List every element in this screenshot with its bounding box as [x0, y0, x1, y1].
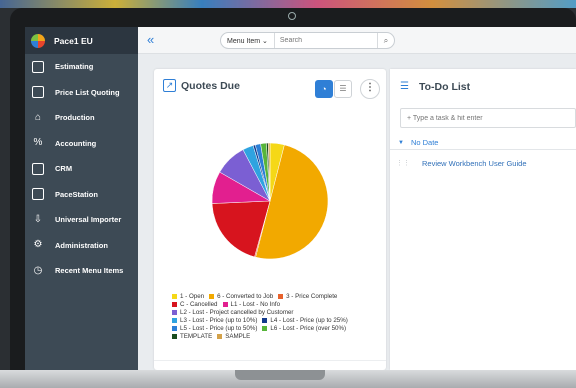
quotes-pie-chart [211, 142, 329, 260]
sidebar: Pace1 EU Estimating Price List Quoting ⌂… [25, 27, 138, 370]
legend-swatch [262, 325, 268, 331]
sidebar-item-label: Accounting [55, 138, 97, 148]
pace-logo-icon [31, 33, 45, 48]
station-icon [32, 188, 44, 201]
sidebar-item-label: Estimating [55, 62, 94, 72]
table-view-button[interactable]: ☰ [334, 80, 352, 98]
legend-swatch [217, 333, 223, 339]
legend-label: C - Cancelled [180, 300, 218, 308]
chart-legend: 1 - Open 6 - Converted to Job 3 - Price Co… [172, 292, 382, 340]
search-input[interactable] [274, 37, 370, 44]
sidebar-item-label: Price List Quoting [55, 87, 120, 97]
topbar: « Menu Item ⌄ ⌕ [138, 27, 576, 54]
task-row[interactable]: ⋮⋮ Review Workbench User Guide [390, 155, 576, 171]
calculator-icon [32, 60, 44, 73]
legend-swatch [278, 293, 284, 299]
sidebar-item-pacestation[interactable]: PaceStation [25, 182, 138, 208]
camera-icon [288, 12, 296, 20]
legend-label: L3 - Lost - Price (up to 10%) [180, 316, 258, 324]
sidebar-item-price-list-quoting[interactable]: Price List Quoting [25, 80, 138, 106]
card-title: To-Do List [419, 81, 471, 93]
legend-label: 6 - Converted to Job [217, 292, 274, 300]
sidebar-item-recent-menu-items[interactable]: ◷ Recent Menu Items [25, 258, 138, 284]
laptop-notch [235, 370, 325, 380]
legend-item[interactable]: 1 - Open [172, 292, 204, 300]
legend-item[interactable]: 6 - Converted to Job [209, 292, 273, 300]
legend-label: L6 - Lost - Price (over 50%) [270, 324, 347, 332]
legend-item[interactable]: L6 - Lost - Price (over 50%) [262, 324, 346, 332]
percent-icon: % [33, 137, 43, 149]
legend-label: TEMPLATE [180, 332, 213, 340]
factory-icon: ⌂ [34, 111, 42, 123]
legend-swatch [172, 309, 177, 315]
group-label: No Date [410, 138, 439, 147]
list-icon [32, 86, 44, 99]
contacts-icon [32, 162, 44, 175]
legend-label: 1 - Open [180, 292, 205, 300]
sidebar-item-label: Production [55, 113, 95, 123]
quotes-due-card: ↗ Quotes Due ◔ ☰ ⋮ 1 - Open 6 - Converted… [154, 69, 386, 370]
external-link-icon[interactable]: ↗ [163, 79, 176, 92]
more-options-button[interactable]: ⋮ [360, 79, 380, 99]
legend-item[interactable]: 3 - Price Complete [278, 292, 337, 300]
sidebar-item-label: Recent Menu Items [55, 266, 124, 276]
sidebar-item-accounting[interactable]: % Accounting [25, 131, 138, 157]
search-icon[interactable]: ⌕ [377, 33, 394, 48]
legend-label: L1 - Lost - No Info [230, 300, 281, 308]
menu-item-select[interactable]: Menu Item ⌄ [221, 33, 275, 48]
legend-swatch [172, 333, 177, 339]
legend-label: SAMPLE [225, 332, 251, 340]
legend-swatch [262, 317, 268, 323]
legend-swatch [172, 293, 177, 299]
caret-down-icon: ▼ [398, 139, 404, 146]
sidebar-item-administration[interactable]: ⚙ Administration [25, 233, 138, 259]
search-bar: Menu Item ⌄ ⌕ [220, 32, 395, 49]
sidebar-item-label: Administration [55, 240, 108, 250]
brand[interactable]: Pace1 EU [25, 27, 138, 54]
screen: Pace1 EU Estimating Price List Quoting ⌂… [25, 27, 576, 370]
drag-handle-icon[interactable]: ⋮⋮ [396, 159, 410, 167]
legend-swatch [172, 317, 177, 323]
sidebar-item-crm[interactable]: CRM [25, 156, 138, 182]
group-header[interactable]: ▼ No Date [390, 136, 576, 150]
legend-item[interactable]: C - Cancelled [172, 300, 218, 308]
legend-item[interactable]: L3 - Lost - Price (up to 10%) [172, 316, 257, 324]
card-footer [154, 360, 386, 370]
legend-swatch [172, 325, 177, 331]
legend-item[interactable]: L1 - Lost - No Info [222, 300, 281, 308]
sidebar-item-production[interactable]: ⌂ Production [25, 105, 138, 131]
sidebar-item-label: PaceStation [55, 189, 98, 199]
legend-item[interactable]: L5 - Lost - Price (up to 50%) [172, 324, 257, 332]
legend-swatch [222, 301, 228, 307]
legend-swatch [209, 293, 215, 299]
brand-label: Pace1 EU [54, 35, 93, 46]
legend-item[interactable]: TEMPLATE [172, 332, 212, 340]
admin-icon: ⚙ [33, 239, 43, 251]
import-icon: ⇩ [33, 213, 43, 225]
task-input[interactable] [400, 108, 576, 128]
collapse-sidebar-icon[interactable]: « [147, 32, 154, 47]
legend-swatch [172, 301, 177, 307]
background-strip [0, 0, 576, 8]
legend-item[interactable]: SAMPLE [217, 332, 250, 340]
clock-icon: ◷ [33, 264, 43, 276]
legend-label: L4 - Lost - Price (up to 25%) [270, 316, 348, 324]
sidebar-item-label: CRM [55, 164, 73, 174]
sidebar-item-estimating[interactable]: Estimating [25, 54, 138, 80]
sidebar-item-universal-importer[interactable]: ⇩ Universal Importer [25, 207, 138, 233]
legend-item[interactable]: L2 - Lost - Project cancelled by Custome… [172, 308, 294, 316]
task-label[interactable]: Review Workbench User Guide [422, 159, 527, 168]
legend-label: L5 - Lost - Price (up to 50%) [180, 324, 258, 332]
legend-item[interactable]: L4 - Lost - Price (up to 25%) [262, 316, 348, 324]
sidebar-item-label: Universal Importer [55, 215, 122, 225]
chart-view-button[interactable]: ◔ [315, 80, 333, 98]
card-title: Quotes Due [181, 80, 240, 92]
legend-label: L2 - Lost - Project cancelled by Custome… [180, 308, 294, 316]
list-icon: ☰ [400, 81, 409, 92]
todo-card: ☰ To-Do List ▼ No Date ⋮⋮ Review Workben… [390, 69, 576, 370]
legend-label: 3 - Price Complete [286, 292, 338, 300]
